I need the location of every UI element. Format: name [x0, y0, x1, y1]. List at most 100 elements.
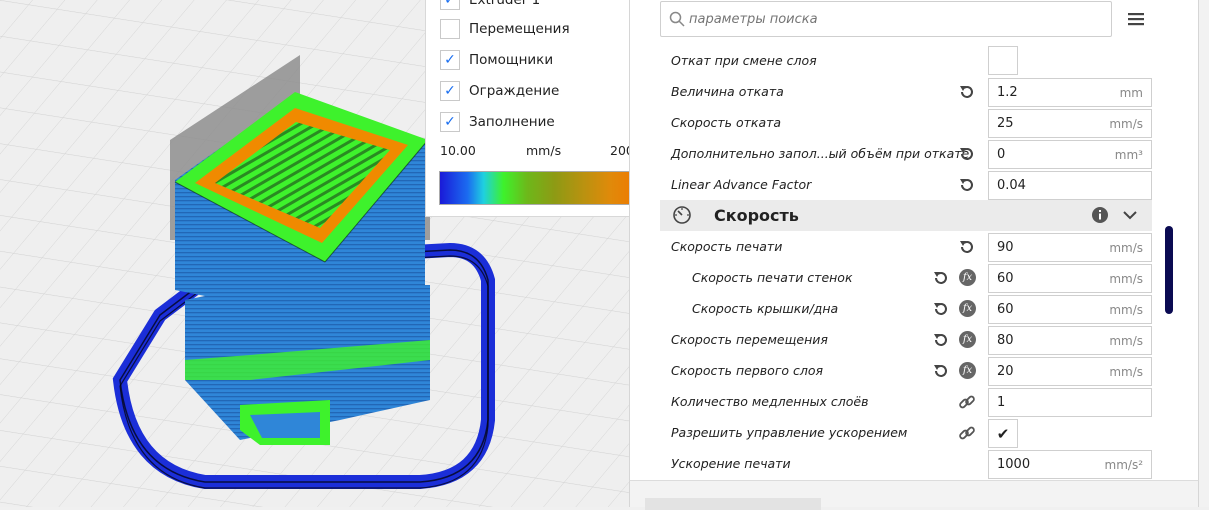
hamburger-menu-icon[interactable] — [1126, 10, 1146, 28]
reset-arrow-icon[interactable] — [958, 83, 976, 101]
function-icon[interactable]: fx — [959, 362, 976, 379]
retraction-speed-field[interactable]: 25 mm/s — [988, 109, 1152, 138]
setting-row-retract-layer-change: Откат при смене слоя — [630, 46, 1198, 77]
gradient-max-label: 200 — [610, 143, 630, 158]
field-value: 20 — [997, 364, 1014, 379]
section-title: Скорость — [714, 206, 799, 225]
initial-layer-speed-field[interactable]: 20 mm/s — [988, 357, 1152, 386]
field-value: 0.04 — [997, 178, 1026, 193]
speed-section-header[interactable]: Скорость — [660, 200, 1152, 231]
info-icon[interactable] — [1091, 206, 1109, 224]
reset-arrow-icon[interactable] — [932, 362, 950, 380]
function-icon[interactable]: fx — [959, 331, 976, 348]
setting-label: Linear Advance Factor — [671, 177, 812, 192]
window-edge — [1199, 0, 1209, 507]
setting-label: Скорость печати стенок — [692, 270, 853, 285]
legend-travel-label: Перемещения — [469, 21, 570, 37]
setting-row-extra-prime: Дополнительно запол...ый объём при откат… — [630, 139, 1198, 170]
legend-extruder-label: Extruder 1 — [469, 0, 541, 8]
speedometer-icon — [673, 206, 691, 224]
footer-button[interactable] — [645, 498, 821, 510]
setting-row-retraction-speed: Скорость отката 25 mm/s — [630, 108, 1198, 139]
link-icon[interactable] — [958, 393, 976, 411]
reset-arrow-icon[interactable] — [932, 300, 950, 318]
legend-infill-checkbox[interactable]: ✓ — [440, 112, 460, 132]
layer-view-legend: ✓ Extruder 1 Перемещения ✓ Помощники ✓ О… — [425, 0, 630, 217]
setting-label: Откат при смене слоя — [671, 53, 817, 68]
field-value: 80 — [997, 333, 1014, 348]
setting-row-topbottom-speed: Скорость крышки/дна fx 60 mm/s — [630, 294, 1198, 325]
function-icon[interactable]: fx — [959, 300, 976, 317]
print-settings-panel: Откат при смене слоя Величина отката 1.2… — [629, 0, 1199, 480]
travel-speed-field[interactable]: 80 mm/s — [988, 326, 1152, 355]
field-unit: mm/s — [1109, 302, 1143, 317]
wall-speed-field[interactable]: 60 mm/s — [988, 264, 1152, 293]
setting-label: Скорость крышки/дна — [692, 301, 839, 316]
link-icon[interactable] — [958, 424, 976, 442]
reset-arrow-icon[interactable] — [958, 238, 976, 256]
extra-prime-field[interactable]: 0 mm³ — [988, 140, 1152, 169]
setting-label: Ускорение печати — [671, 456, 791, 471]
linear-advance-field[interactable]: 0.04 — [988, 171, 1152, 200]
setting-label: Дополнительно запол...ый объём при откат… — [671, 146, 970, 161]
setting-row-retraction-distance: Величина отката 1.2 mm — [630, 77, 1198, 108]
legend-extruder-row[interactable]: ✓ Extruder 1 — [440, 0, 540, 11]
slow-layers-field[interactable]: 1 — [988, 388, 1152, 417]
reset-arrow-icon[interactable] — [932, 269, 950, 287]
field-value: 25 — [997, 116, 1014, 131]
setting-row-slow-layers: Количество медленных слоёв 1 — [630, 387, 1198, 418]
field-unit: mm/s — [1109, 116, 1143, 131]
settings-scrollbar[interactable] — [1165, 226, 1173, 314]
legend-item-skirt[interactable]: ✓ Ограждение — [440, 80, 559, 102]
legend-skirt-checkbox[interactable]: ✓ — [440, 81, 460, 101]
legend-travel-checkbox[interactable] — [440, 19, 460, 39]
retraction-distance-field[interactable]: 1.2 mm — [988, 78, 1152, 107]
field-unit: mm — [1119, 85, 1143, 100]
setting-row-acceleration-control: Разрешить управление ускорением ✔ — [630, 418, 1198, 449]
retract-layer-change-checkbox[interactable] — [988, 46, 1018, 75]
reset-arrow-icon[interactable] — [932, 331, 950, 349]
field-value: 1 — [997, 395, 1006, 410]
field-value: 1.2 — [997, 85, 1018, 100]
setting-row-linear-advance: Linear Advance Factor 0.04 — [630, 170, 1198, 201]
speed-gradient-bar — [439, 171, 630, 205]
setting-row-travel-speed: Скорость перемещения fx 80 mm/s — [630, 325, 1198, 356]
setting-label: Количество медленных слоёв — [671, 394, 869, 409]
field-unit: mm/s — [1109, 333, 1143, 348]
field-value: 0 — [997, 147, 1006, 162]
setting-label: Разрешить управление ускорением — [671, 425, 908, 440]
field-unit: mm/s² — [1104, 457, 1143, 472]
field-value: 60 — [997, 271, 1014, 286]
legend-item-helpers[interactable]: ✓ Помощники — [440, 49, 553, 71]
setting-label: Скорость перемещения — [671, 332, 828, 347]
print-speed-field[interactable]: 90 mm/s — [988, 233, 1152, 262]
legend-helpers-checkbox[interactable]: ✓ — [440, 50, 460, 70]
legend-extruder-checkbox[interactable]: ✓ — [440, 0, 460, 10]
acceleration-control-checkbox[interactable]: ✔ — [988, 419, 1018, 448]
topbottom-speed-field[interactable]: 60 mm/s — [988, 295, 1152, 324]
legend-item-infill[interactable]: ✓ Заполнение — [440, 111, 555, 133]
legend-item-travel[interactable]: Перемещения — [440, 18, 570, 40]
field-unit: mm/s — [1109, 271, 1143, 286]
gradient-min-label: 10.00 — [440, 143, 476, 158]
search-icon — [669, 11, 685, 27]
search-input[interactable] — [687, 10, 1091, 28]
reset-arrow-icon[interactable] — [958, 145, 976, 163]
field-value: 1000 — [997, 457, 1031, 472]
reset-arrow-icon[interactable] — [958, 176, 976, 194]
legend-infill-label: Заполнение — [469, 114, 555, 130]
function-icon[interactable]: fx — [959, 269, 976, 286]
setting-row-print-speed: Скорость печати 90 mm/s — [630, 232, 1198, 263]
field-unit: mm³ — [1114, 147, 1143, 162]
setting-label: Скорость первого слоя — [671, 363, 824, 378]
setting-label: Величина отката — [671, 84, 784, 99]
field-value: 90 — [997, 240, 1014, 255]
chevron-down-icon[interactable] — [1122, 208, 1138, 222]
field-value: 60 — [997, 302, 1014, 317]
search-box[interactable] — [660, 1, 1112, 37]
legend-helpers-label: Помощники — [469, 52, 554, 68]
setting-row-initial-layer-speed: Скорость первого слоя fx 20 mm/s — [630, 356, 1198, 387]
settings-footer — [629, 480, 1199, 510]
setting-label: Скорость отката — [671, 115, 782, 130]
print-acceleration-field[interactable]: 1000 mm/s² — [988, 450, 1152, 479]
